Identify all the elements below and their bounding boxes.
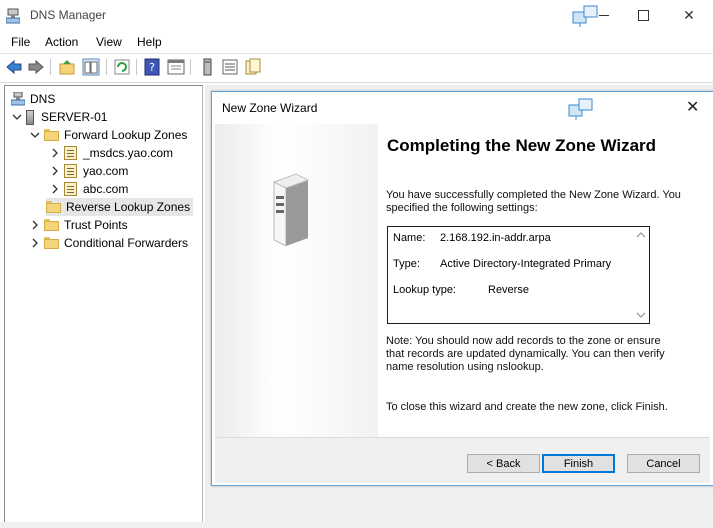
- menu-help[interactable]: Help: [137, 35, 162, 49]
- maximize-icon: [637, 10, 649, 21]
- new-zone-wizard-dialog: New Zone Wizard ✕ Completing the New Zon…: [211, 91, 713, 486]
- zone-file-icon: [64, 146, 77, 160]
- chevron-right-icon[interactable]: [30, 220, 40, 230]
- dns-app-icon: [6, 8, 20, 24]
- tree-item-zone-msdcs[interactable]: _msdcs.yao.com: [50, 144, 173, 162]
- folder-icon: [44, 129, 59, 141]
- settings-scrollbar[interactable]: [633, 227, 649, 323]
- tree-item-reverse-lookup-zones[interactable]: Reverse Lookup Zones: [46, 198, 194, 216]
- setting-type-value: Active Directory-Integrated Primary: [440, 258, 612, 270]
- folder-icon: [44, 219, 59, 231]
- wizard-heading: Completing the New Zone Wizard: [387, 136, 657, 155]
- setting-type-label: Type:: [393, 258, 420, 270]
- tree-item-zone-abc[interactable]: abc.com: [50, 180, 128, 198]
- toolbar: ?: [0, 53, 713, 83]
- tree-label-conditional: Conditional Forwarders: [64, 236, 189, 250]
- wizard-close-icon[interactable]: ✕: [686, 97, 699, 117]
- chevron-right-icon[interactable]: [50, 148, 60, 158]
- dns-icon: [11, 92, 25, 106]
- scroll-up-icon[interactable]: [636, 231, 646, 239]
- back-icon[interactable]: [5, 58, 23, 76]
- tree-label-zone: abc.com: [83, 182, 129, 196]
- tree-item-trust-points[interactable]: Trust Points: [30, 216, 128, 234]
- chevron-down-icon[interactable]: [12, 112, 22, 122]
- scroll-down-icon[interactable]: [636, 311, 646, 319]
- toolbar-separator: [190, 59, 191, 75]
- folder-icon: [44, 237, 59, 249]
- tree-item-conditional-forwarders[interactable]: Conditional Forwarders: [30, 234, 188, 252]
- maximize-button[interactable]: [620, 0, 666, 31]
- tree-label-trust: Trust Points: [64, 218, 128, 232]
- tree-label-zone: yao.com: [83, 164, 129, 178]
- list-icon[interactable]: [221, 58, 239, 76]
- menu-action[interactable]: Action: [45, 35, 78, 49]
- menu-view[interactable]: View: [96, 35, 122, 49]
- show-hide-tree-icon[interactable]: [82, 58, 100, 76]
- title-bar: DNS Manager ✕: [0, 0, 713, 31]
- zone-file-icon: [64, 164, 77, 178]
- close-button[interactable]: ✕: [666, 0, 712, 31]
- minimize-icon: [599, 15, 609, 16]
- server-tower-icon: [272, 173, 310, 246]
- zone-file-icon: [64, 182, 77, 196]
- status-bar: [0, 522, 713, 528]
- tree-label-dns: DNS: [30, 92, 56, 106]
- tree-label-server: SERVER-01: [41, 110, 108, 124]
- server-icon[interactable]: [198, 58, 216, 76]
- forward-icon[interactable]: [27, 58, 45, 76]
- tree-item-zone-yao[interactable]: yao.com: [50, 162, 128, 180]
- close-icon: ✕: [683, 7, 695, 23]
- menu-bar: File Action View Help: [0, 31, 713, 53]
- tree-label-forward: Forward Lookup Zones: [64, 128, 188, 142]
- setting-name-value: 2.168.192.in-addr.arpa: [440, 232, 551, 244]
- svg-text:?: ?: [149, 61, 155, 74]
- back-button[interactable]: < Back: [467, 454, 540, 473]
- wizard-intro-text: You have successfully completed the New …: [386, 189, 681, 214]
- setting-lookup-row: Lookup type: Reverse: [393, 284, 529, 296]
- window-title: DNS Manager: [30, 8, 107, 22]
- setting-lookup-value: Reverse: [488, 284, 529, 296]
- wizard-side-banner: [215, 124, 378, 437]
- tree-item-forward-lookup-zones[interactable]: Forward Lookup Zones: [30, 126, 187, 144]
- setting-type-row: Type: Active Directory-Integrated Primar…: [393, 258, 611, 270]
- toolbar-separator: [50, 59, 51, 75]
- properties-icon[interactable]: [167, 58, 185, 76]
- wizard-note-text: Note: You should now add records to the …: [386, 335, 665, 373]
- up-folder-icon[interactable]: [58, 58, 76, 76]
- zone-icon[interactable]: [244, 58, 262, 76]
- tree-item-server[interactable]: SERVER-01: [12, 108, 107, 126]
- toolbar-separator: [136, 59, 137, 75]
- folder-icon: [46, 201, 61, 213]
- refresh-icon[interactable]: [113, 58, 131, 76]
- toolbar-separator: [106, 59, 107, 75]
- tree-item-dns[interactable]: DNS: [11, 90, 55, 108]
- wizard-closing-text: To close this wizard and create the new …: [386, 401, 668, 413]
- setting-name-label: Name:: [393, 232, 426, 244]
- finish-button[interactable]: Finish: [542, 454, 615, 473]
- console-tree: DNS SERVER-01 Forward Lookup Zones _msdc…: [4, 85, 203, 523]
- chevron-down-icon[interactable]: [30, 130, 40, 140]
- chevron-right-icon[interactable]: [50, 166, 60, 176]
- chevron-right-icon[interactable]: [50, 184, 60, 194]
- server-icon: [26, 109, 34, 125]
- settings-summary-box[interactable]: Name: 2.168.192.in-addr.arpa Type: Activ…: [387, 226, 650, 324]
- chevron-right-icon[interactable]: [30, 238, 40, 248]
- cancel-button[interactable]: Cancel: [627, 454, 700, 473]
- setting-lookup-label: Lookup type:: [393, 284, 456, 296]
- tree-label-reverse: Reverse Lookup Zones: [66, 200, 191, 214]
- setting-name-row: Name: 2.168.192.in-addr.arpa: [393, 232, 551, 244]
- wizard-title: New Zone Wizard: [222, 101, 318, 115]
- tree-label-zone: _msdcs.yao.com: [83, 146, 174, 160]
- network-icon: [568, 98, 593, 120]
- help-icon[interactable]: ?: [143, 58, 161, 76]
- wizard-button-bar: < Back Finish Cancel: [215, 437, 710, 483]
- menu-file[interactable]: File: [11, 35, 30, 49]
